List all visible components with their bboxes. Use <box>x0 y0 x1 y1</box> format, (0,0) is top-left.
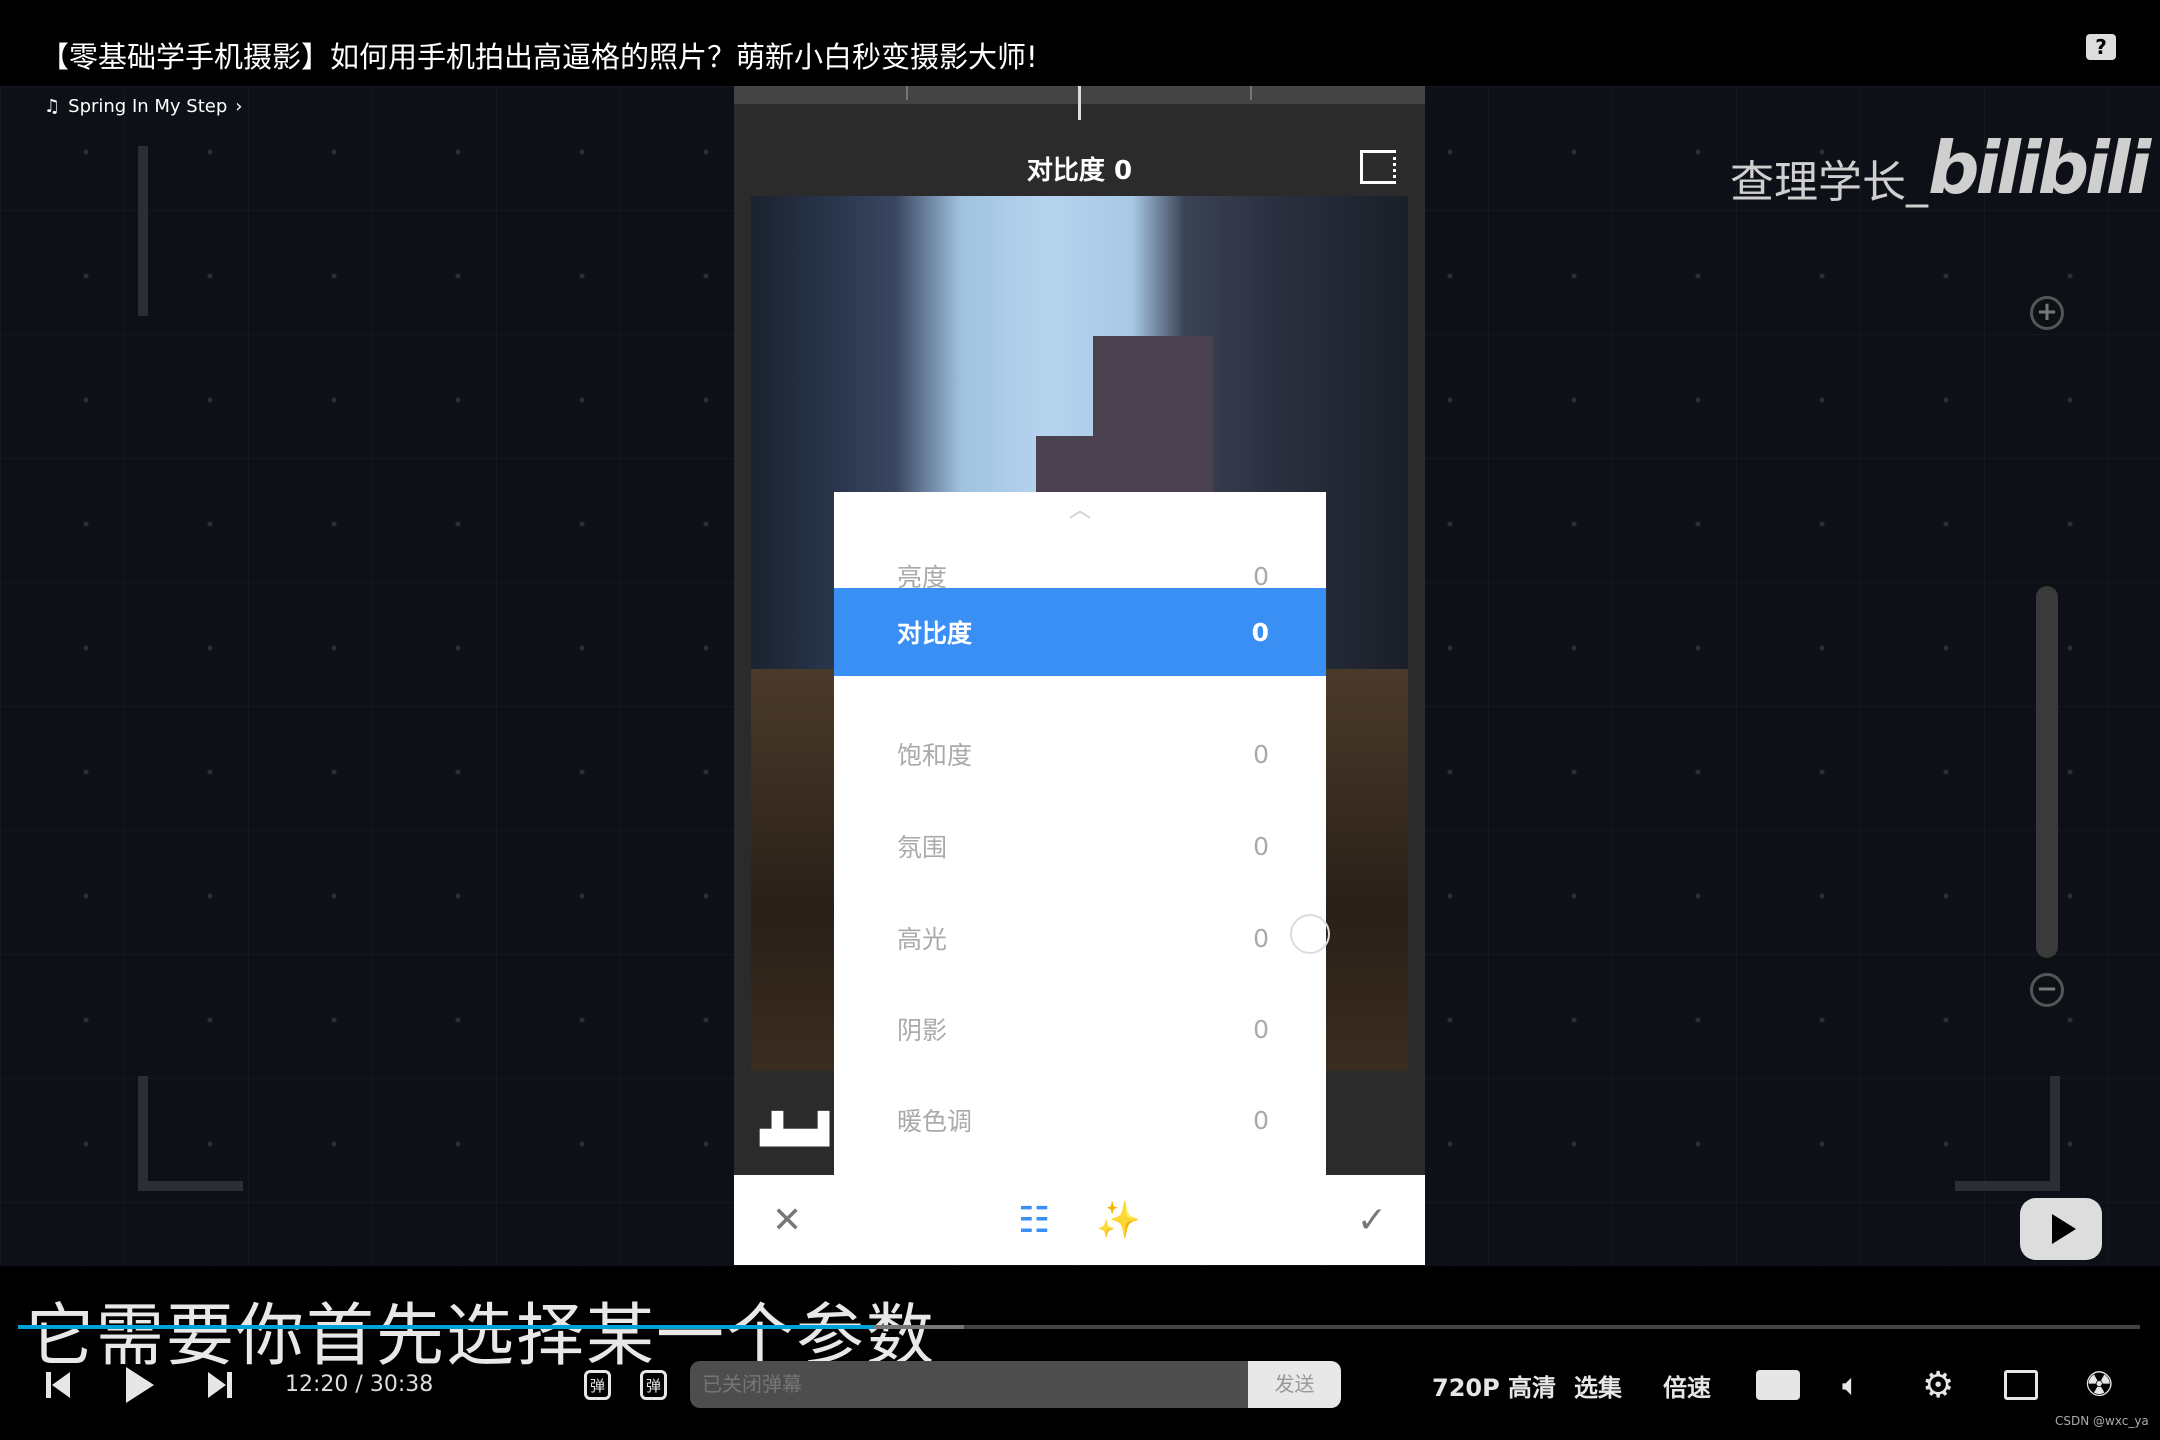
menu-item-shadows[interactable]: 阴影 0 <box>834 985 1326 1073</box>
progress-bar[interactable] <box>18 1325 2140 1329</box>
next-icon[interactable] <box>208 1366 232 1404</box>
current-time: 12:20 <box>285 1372 349 1397</box>
touch-indicator <box>1290 914 1330 954</box>
menu-value: 0 <box>1253 561 1269 591</box>
menu-value: 0 <box>1253 923 1269 953</box>
watermark-channel: 查理学长_ <box>1730 157 1928 208</box>
phone-editor: 对比度 0 ▟▄▟ ︿ 亮度 0 对比度 0 饱和度 0 氛围 0 高光 0 阴影 0 暖色… <box>734 86 1425 1265</box>
volume-icon[interactable]: 🔈︎ <box>1842 1366 1860 1404</box>
subtitle-off-icon[interactable] <box>1756 1370 1800 1400</box>
channel-watermark: 查理学长_ bilibili <box>1730 126 2151 210</box>
menu-value: 0 <box>1253 831 1269 861</box>
quality-button[interactable]: 720P 高清 <box>1432 1366 1556 1404</box>
menu-label: 氛围 <box>897 833 948 862</box>
menu-label: 饱和度 <box>897 741 973 770</box>
csdn-watermark: CSDN @wxc_ya <box>2055 1414 2149 1428</box>
title-bar: 【零基础学手机摄影】如何用手机拍出高逼格的照片？萌新小白秒变摄影大师! ? <box>0 0 2160 86</box>
check-icon[interactable]: ✓ <box>1357 1200 1387 1241</box>
send-button[interactable]: 发送 <box>1248 1361 1341 1408</box>
histogram-icon[interactable]: ▟▄▟ <box>760 1112 829 1147</box>
magic-wand-icon[interactable]: ✨ <box>1096 1199 1141 1241</box>
bilibili-tv-icon <box>2020 1198 2102 1260</box>
menu-value: 0 <box>1251 617 1269 647</box>
adjust-header: 对比度 0 <box>1026 156 1133 186</box>
fullscreen-icon[interactable]: ☢ <box>2084 1365 2114 1405</box>
music-note-icon: ♫ <box>44 96 61 117</box>
corner-bracket <box>138 1076 243 1191</box>
compare-icon[interactable] <box>1360 150 1396 184</box>
music-title: Spring In My Step <box>68 96 228 117</box>
menu-item-ambiance[interactable]: 氛围 0 <box>834 802 1326 890</box>
episodes-button[interactable]: 选集 <box>1574 1366 1622 1404</box>
close-icon[interactable]: ✕ <box>772 1200 802 1241</box>
music-link[interactable]: ♫ Spring In My Step › <box>44 96 242 117</box>
time-separator: / <box>355 1372 363 1397</box>
adjust-menu: ︿ 亮度 0 对比度 0 饱和度 0 氛围 0 高光 0 阴影 0 暖色调 0 <box>834 492 1326 1175</box>
danmaku-settings-icon[interactable]: 弹 <box>640 1370 668 1400</box>
menu-item-highlights[interactable]: 高光 0 <box>834 894 1326 982</box>
sliders-icon[interactable]: ☷ <box>1018 1200 1050 1241</box>
video-frame[interactable]: ♫ Spring In My Step › 查理学长_ bilibili + −… <box>0 86 2160 1266</box>
zoom-out-icon[interactable]: − <box>2030 973 2064 1007</box>
pip-icon[interactable] <box>2004 1370 2038 1400</box>
adjust-ruler[interactable] <box>734 86 1425 120</box>
time-display: 12:20 / 30:38 <box>285 1372 433 1397</box>
corner-bracket <box>1955 1076 2060 1191</box>
help-icon[interactable]: ? <box>2086 34 2116 60</box>
zoom-in-icon[interactable]: + <box>2030 296 2064 330</box>
corner-bracket <box>138 146 238 316</box>
menu-label: 高光 <box>897 925 948 954</box>
played-bar <box>18 1325 874 1329</box>
menu-item-contrast[interactable]: 对比度 0 <box>834 588 1326 676</box>
speed-button[interactable]: 倍速 <box>1663 1366 1711 1404</box>
menu-value: 0 <box>1253 739 1269 769</box>
previous-icon[interactable] <box>46 1366 70 1404</box>
duration: 30:38 <box>369 1372 434 1397</box>
menu-item-warmth[interactable]: 暖色调 0 <box>834 1076 1326 1164</box>
editor-toolbar: ✕ ☷ ✨ ✓ <box>734 1175 1425 1265</box>
video-title: 【零基础学手机摄影】如何用手机拍出高逼格的照片？萌新小白秒变摄影大师! <box>40 40 1038 74</box>
play-icon[interactable] <box>124 1366 154 1404</box>
gear-icon[interactable]: ⚙ <box>1922 1365 1954 1406</box>
menu-value: 0 <box>1253 1105 1269 1135</box>
menu-label: 暖色调 <box>897 1107 973 1136</box>
chevron-up-icon[interactable]: ︿ <box>834 492 1326 524</box>
menu-label: 阴影 <box>897 1016 948 1045</box>
menu-label: 对比度 <box>897 619 973 648</box>
zoom-slider[interactable] <box>2036 586 2058 958</box>
danmaku-toggle-icon[interactable]: 弹 <box>584 1370 612 1400</box>
menu-item-saturation[interactable]: 饱和度 0 <box>834 710 1326 798</box>
chevron-right-icon: › <box>235 96 243 117</box>
bilibili-logo: bilibili <box>1928 126 2151 210</box>
danmaku-input[interactable] <box>690 1361 1248 1408</box>
menu-value: 0 <box>1253 1014 1269 1044</box>
